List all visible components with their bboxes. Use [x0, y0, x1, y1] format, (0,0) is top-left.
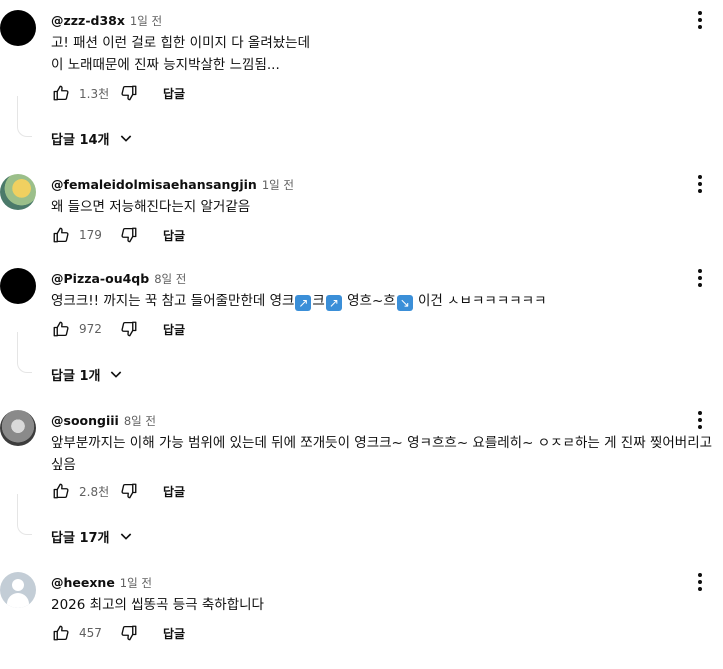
thumbs-down-icon[interactable]	[119, 225, 139, 245]
more-vert-icon[interactable]	[690, 408, 710, 432]
more-vert-icon[interactable]	[690, 266, 710, 290]
comment-actions: 972 답글	[51, 317, 185, 341]
thumbs-up-icon[interactable]	[51, 83, 71, 103]
view-replies-button[interactable]: 답글 17개	[51, 524, 136, 548]
comment-text: 왜 들으면 저능해진다는지 알거같음	[51, 196, 716, 218]
arrow-up-right-emoji: ↗	[295, 295, 312, 311]
comment-text-part: 영흐~흐	[342, 293, 396, 309]
view-replies-button[interactable]: 답글 1개	[51, 362, 126, 386]
comment-text: 고! 패션 이런 걸로 힙한 이미지 다 올려놨는데 이 노래때문에 진짜 능지…	[51, 32, 716, 76]
like-count: 1.3천	[79, 86, 110, 101]
thread-line	[17, 332, 32, 373]
replies-label: 답글 17개	[51, 530, 110, 546]
comment-text-line: 2026 최고의 씹똥곡 등극 축하합니다	[51, 597, 264, 613]
reply-button[interactable]: 답글	[163, 227, 185, 244]
like-count: 972	[79, 322, 102, 336]
like-count: 2.8천	[79, 484, 110, 499]
comment-author[interactable]: @heexne	[51, 575, 115, 590]
avatar[interactable]	[0, 410, 36, 446]
like-count: 179	[79, 228, 102, 242]
comment-text-line: 왜 들으면 저능해진다는지 알거같음	[51, 199, 251, 215]
comment-text-part: 크	[312, 293, 325, 309]
comment-time[interactable]: 8일 전	[124, 414, 156, 428]
comment-time[interactable]: 1일 전	[130, 14, 162, 28]
comment-thread: @heexne 1일 전 2026 최고의 씹똥곡 등극 축하합니다 457 답글	[0, 570, 723, 660]
comment-thread: @Pizza-ou4qb 8일 전 영크크!! 까지는 꾹 참고 들어줄만한데 영…	[0, 266, 723, 386]
thread-line	[17, 494, 32, 535]
reply-button[interactable]: 답글	[163, 483, 185, 500]
comment-text: 앞부분까지는 이해 가능 범위에 있는데 뒤에 쪼개듯이 영크크~ 영ㅋ흐흐~ …	[51, 432, 716, 476]
comment-actions: 457 답글	[51, 621, 185, 645]
avatar[interactable]	[0, 572, 36, 608]
comment-text: 영크크!! 까지는 꾹 참고 들어줄만한데 영크 ↗ 크 ↗ 영흐~흐 ↘ 이건 ㅅㅂㅋ…	[51, 290, 716, 312]
thread-line	[17, 96, 32, 137]
avatar[interactable]	[0, 10, 36, 46]
more-vert-icon[interactable]	[690, 570, 710, 594]
avatar[interactable]	[0, 174, 36, 210]
thumbs-down-icon[interactable]	[119, 319, 139, 339]
thumbs-up-icon[interactable]	[51, 225, 71, 245]
thumbs-up-icon[interactable]	[51, 481, 71, 501]
thumbs-down-icon[interactable]	[119, 623, 139, 643]
comment-text-part: 이건 ㅅㅂㅋㅋㅋㅋㅋㅋ	[413, 293, 547, 309]
chevron-down-icon	[118, 527, 136, 545]
thumbs-down-icon[interactable]	[119, 83, 139, 103]
more-vert-icon[interactable]	[690, 8, 710, 32]
arrow-up-right-emoji: ↗	[325, 295, 342, 311]
comment-author[interactable]: @Pizza-ou4qb	[51, 271, 149, 286]
comment-header: @soongiii 8일 전	[51, 410, 156, 428]
thumbs-up-icon[interactable]	[51, 623, 71, 643]
comment-header: @heexne 1일 전	[51, 572, 152, 590]
comment-author[interactable]: @soongiii	[51, 413, 119, 428]
comment-author[interactable]: @zzz-d38x	[51, 13, 125, 28]
comment-time[interactable]: 8일 전	[154, 272, 186, 286]
replies-label: 답글 14개	[51, 132, 110, 148]
comment-thread: @soongiii 8일 전 앞부분까지는 이해 가능 범위에 있는데 뒤에 쪼개…	[0, 408, 723, 548]
comment-header: @zzz-d38x 1일 전	[51, 10, 162, 28]
comment-text-line: 싶음	[51, 457, 76, 473]
comment-actions: 179 답글	[51, 223, 185, 247]
comment-actions: 2.8천 답글	[51, 479, 185, 503]
comment-author[interactable]: @femaleidolmisaehansangjin	[51, 177, 257, 192]
chevron-down-icon	[108, 365, 126, 383]
replies-label: 답글 1개	[51, 368, 101, 384]
comment-text-part: 영크크!! 까지는 꾹 참고 들어줄만한데 영크	[51, 293, 295, 309]
reply-button[interactable]: 답글	[163, 625, 185, 642]
comment-time[interactable]: 1일 전	[262, 178, 294, 192]
like-count: 457	[79, 626, 102, 640]
comment-thread: @zzz-d38x 1일 전 고! 패션 이런 걸로 힙한 이미지 다 올려놨는데…	[0, 8, 723, 148]
comment-text-line: 고! 패션 이런 걸로 힙한 이미지 다 올려놨는데	[51, 35, 311, 51]
comment-header: @femaleidolmisaehansangjin 1일 전	[51, 174, 294, 192]
comment-text-line: 이 노래때문에 진짜 능지박살한 느낌됨...	[51, 57, 280, 73]
thumbs-up-icon[interactable]	[51, 319, 71, 339]
arrow-down-right-emoji: ↘	[396, 295, 413, 311]
default-avatar-head	[12, 579, 24, 591]
reply-button[interactable]: 답글	[163, 321, 185, 338]
reply-button[interactable]: 답글	[163, 85, 185, 102]
comment-header: @Pizza-ou4qb 8일 전	[51, 268, 186, 286]
default-avatar-body	[7, 593, 29, 608]
chevron-down-icon	[118, 129, 136, 147]
view-replies-button[interactable]: 답글 14개	[51, 126, 136, 150]
avatar[interactable]	[0, 268, 36, 304]
comment-text-line: 앞부분까지는 이해 가능 범위에 있는데 뒤에 쪼개듯이 영크크~ 영ㅋ흐흐~ …	[51, 435, 713, 451]
more-vert-icon[interactable]	[690, 172, 710, 196]
comment-text-line: 영크크!! 까지는 꾹 참고 들어줄만한데 영크 ↗ 크 ↗ 영흐~흐 ↘ 이건 ㅅㅂㅋ…	[51, 290, 716, 312]
comment-text: 2026 최고의 씹똥곡 등극 축하합니다	[51, 594, 716, 616]
comment-actions: 1.3천 답글	[51, 81, 185, 105]
comment-thread: @femaleidolmisaehansangjin 1일 전 왜 들으면 저능해…	[0, 172, 723, 252]
thumbs-down-icon[interactable]	[119, 481, 139, 501]
comment-time[interactable]: 1일 전	[120, 576, 152, 590]
